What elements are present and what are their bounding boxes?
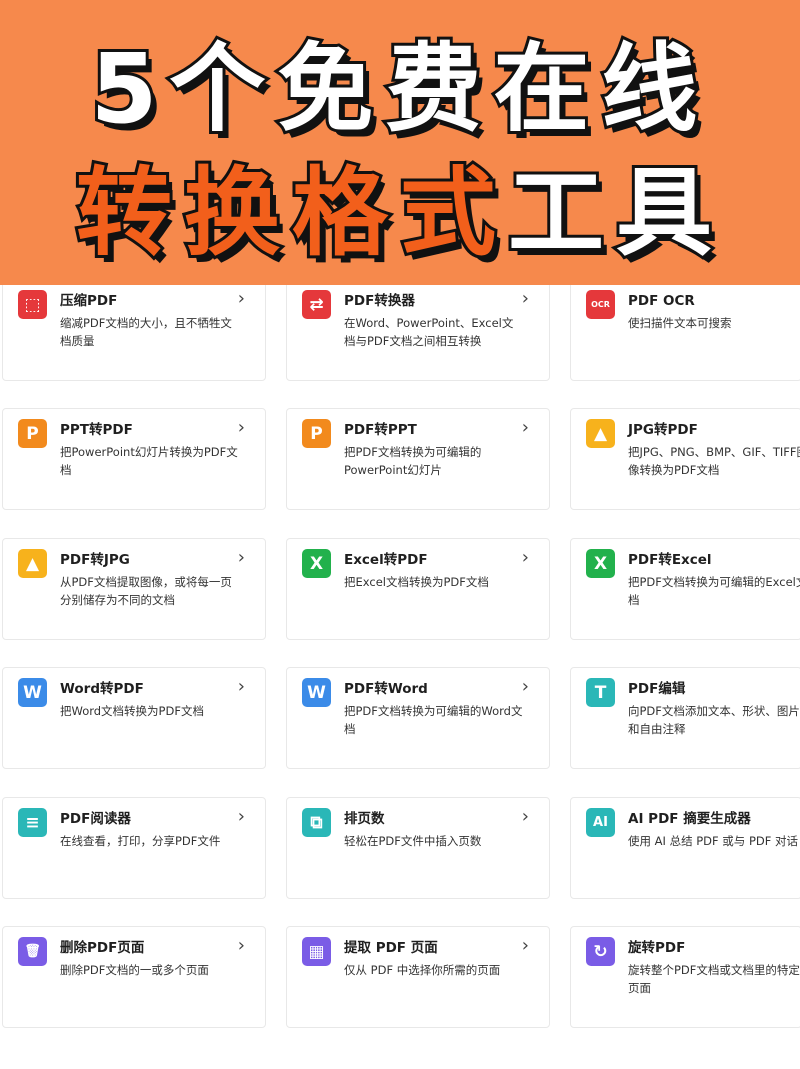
image-icon: ▲	[586, 419, 615, 448]
tool-title: 提取 PDF 页面	[344, 940, 438, 956]
rotate-icon: ↻	[586, 937, 615, 966]
tool-card-rotate-pdf[interactable]: ↻旋转PDF旋转整个PDF文档或文档里的特定页面›	[570, 926, 800, 1028]
tool-description: 在Word、PowerPoint、Excel文档与PDF文档之间相互转换	[344, 316, 514, 348]
powerpoint-icon: P	[18, 419, 47, 448]
tool-title: PDF OCR	[628, 293, 695, 309]
chevron-right-icon[interactable]: ›	[522, 547, 529, 568]
extract-icon: ▦	[302, 937, 331, 966]
trash-icon: 🗑	[18, 937, 47, 966]
tool-description: 使用 AI 总结 PDF 或与 PDF 对话	[628, 834, 799, 848]
word-icon: W	[18, 678, 47, 707]
tool-title: 旋转PDF	[628, 940, 686, 956]
tool-card-pdf-to-excel[interactable]: XPDF转Excel把PDF文档转换为可编辑的Excel文档›	[570, 538, 800, 640]
tool-title: PDF转换器	[344, 293, 415, 309]
excel-icon: X	[586, 549, 615, 578]
tool-description: 从PDF文档提取图像，或将每一页分别储存为不同的文档	[60, 575, 232, 607]
convert-icon: ⇄	[302, 290, 331, 319]
tool-card-jpg-to-pdf[interactable]: ▲JPG转PDF把JPG、PNG、BMP、GIF、TIFF图像转换为PDF文档›	[570, 408, 800, 510]
compress-icon: ⬚	[18, 290, 47, 319]
tool-title: PDF转JPG	[60, 552, 130, 568]
tool-title: AI PDF 摘要生成器	[628, 811, 751, 827]
tool-card-delete-pages[interactable]: 🗑 删除PDF页面删除PDF文档的一或多个页面 ›	[2, 926, 266, 1028]
tool-title: PDF编辑	[628, 681, 686, 697]
ocr-icon: OCR	[586, 290, 615, 319]
tool-description: 把PowerPoint幻灯片转换为PDF文档	[60, 445, 238, 477]
tool-title: Word转PDF	[60, 681, 144, 697]
tool-card-pdf-to-jpg[interactable]: ▲ PDF转JPG 从PDF文档提取图像，或将每一页分别储存为不同的文档 ›	[2, 538, 266, 640]
tool-title: PDF转Word	[344, 681, 428, 697]
tool-description: 在线查看，打印，分享PDF文件	[60, 834, 221, 848]
tool-description: 把PDF文档转换为可编辑的Word文档	[344, 704, 523, 736]
tool-description: 删除PDF文档的一或多个页面	[60, 963, 209, 977]
tool-card-pdf-to-ppt[interactable]: P PDF转PPT 把PDF文档转换为可编辑的PowerPoint幻灯片 ›	[286, 408, 550, 510]
tool-card-pdf-to-word[interactable]: W PDF转Word 把PDF文档转换为可编辑的Word文档 ›	[286, 667, 550, 769]
image-icon: ▲	[18, 549, 47, 578]
tool-card-excel-to-pdf[interactable]: X Excel转PDF 把Excel文档转换为PDF文档 ›	[286, 538, 550, 640]
chevron-right-icon[interactable]: ›	[522, 806, 529, 827]
chevron-right-icon[interactable]: ›	[238, 288, 245, 309]
chevron-right-icon[interactable]: ›	[238, 547, 245, 568]
chevron-right-icon[interactable]: ›	[238, 935, 245, 956]
tool-title: PDF转Excel	[628, 552, 712, 568]
tool-title: 排页数	[344, 811, 385, 827]
tool-card-compress-pdf[interactable]: ⬚ 压缩PDF 缩减PDF文档的大小，且不牺牲文档质量 ›	[2, 279, 266, 381]
tool-card-ppt-to-pdf[interactable]: P PPT转PDF 把PowerPoint幻灯片转换为PDF文档 ›	[2, 408, 266, 510]
tool-card-pdf-reader[interactable]: ≡ PDF阅读器在线查看，打印，分享PDF文件 ›	[2, 797, 266, 899]
tool-description: 使扫描件文本可搜索	[628, 316, 732, 330]
chevron-right-icon[interactable]: ›	[522, 935, 529, 956]
tool-description: 把Excel文档转换为PDF文档	[344, 575, 489, 589]
tool-description: 缩减PDF文档的大小，且不牺牲文档质量	[60, 316, 232, 348]
page-number-icon: ⧉	[302, 808, 331, 837]
tool-title: Excel转PDF	[344, 552, 428, 568]
ai-icon: AI	[586, 808, 615, 837]
tool-description: 轻松在PDF文件中插入页数	[344, 834, 482, 848]
title-banner: 5个免费在线 转换格式工具	[0, 0, 800, 285]
tool-description: 把PDF文档转换为可编辑的Excel文档	[628, 575, 800, 607]
reader-icon: ≡	[18, 808, 47, 837]
banner-title-line2: 转换格式工具	[0, 155, 800, 271]
powerpoint-icon: P	[302, 419, 331, 448]
tool-title: 压缩PDF	[60, 293, 118, 309]
tool-description: 旋转整个PDF文档或文档里的特定页面	[628, 963, 800, 995]
text-icon: T	[586, 678, 615, 707]
chevron-right-icon[interactable]: ›	[238, 676, 245, 697]
chevron-right-icon[interactable]: ›	[238, 417, 245, 438]
chevron-right-icon[interactable]: ›	[238, 806, 245, 827]
tool-card-ai-summary[interactable]: AIAI PDF 摘要生成器使用 AI 总结 PDF 或与 PDF 对话›	[570, 797, 800, 899]
tool-card-extract-pages[interactable]: ▦ 提取 PDF 页面仅从 PDF 中选择你所需的页面 ›	[286, 926, 550, 1028]
tool-description: 向PDF文档添加文本、形状、图片和自由注释	[628, 704, 800, 736]
tool-description: 把Word文档转换为PDF文档	[60, 704, 204, 718]
banner-word-tools: 工具	[505, 155, 724, 271]
tool-title: 删除PDF页面	[60, 940, 145, 956]
word-icon: W	[302, 678, 331, 707]
banner-word-convert: 转换	[73, 155, 292, 271]
banner-title-line1: 5个免费在线	[88, 31, 710, 147]
tool-card-pdf-ocr[interactable]: OCRPDF OCR使扫描件文本可搜索›	[570, 279, 800, 381]
chevron-right-icon[interactable]: ›	[522, 417, 529, 438]
tool-description: 把PDF文档转换为可编辑的PowerPoint幻灯片	[344, 445, 482, 477]
tool-description: 仅从 PDF 中选择你所需的页面	[344, 963, 501, 977]
tool-card-page-numbers[interactable]: ⧉ 排页数轻松在PDF文件中插入页数 ›	[286, 797, 550, 899]
tool-title: PDF转PPT	[344, 422, 417, 438]
chevron-right-icon[interactable]: ›	[522, 288, 529, 309]
banner-word-format: 格式	[289, 155, 508, 271]
tool-title: PPT转PDF	[60, 422, 133, 438]
tool-card-pdf-converter[interactable]: ⇄ PDF转换器在Word、PowerPoint、Excel文档与PDF文档之间相…	[286, 279, 550, 381]
chevron-right-icon[interactable]: ›	[522, 676, 529, 697]
tool-description: 把JPG、PNG、BMP、GIF、TIFF图像转换为PDF文档	[628, 445, 800, 477]
excel-icon: X	[302, 549, 331, 578]
tool-title: JPG转PDF	[628, 422, 698, 438]
tool-title: PDF阅读器	[60, 811, 131, 827]
tool-card-word-to-pdf[interactable]: W Word转PDF 把Word文档转换为PDF文档 ›	[2, 667, 266, 769]
tool-card-pdf-edit[interactable]: TPDF编辑向PDF文档添加文本、形状、图片和自由注释›	[570, 667, 800, 769]
